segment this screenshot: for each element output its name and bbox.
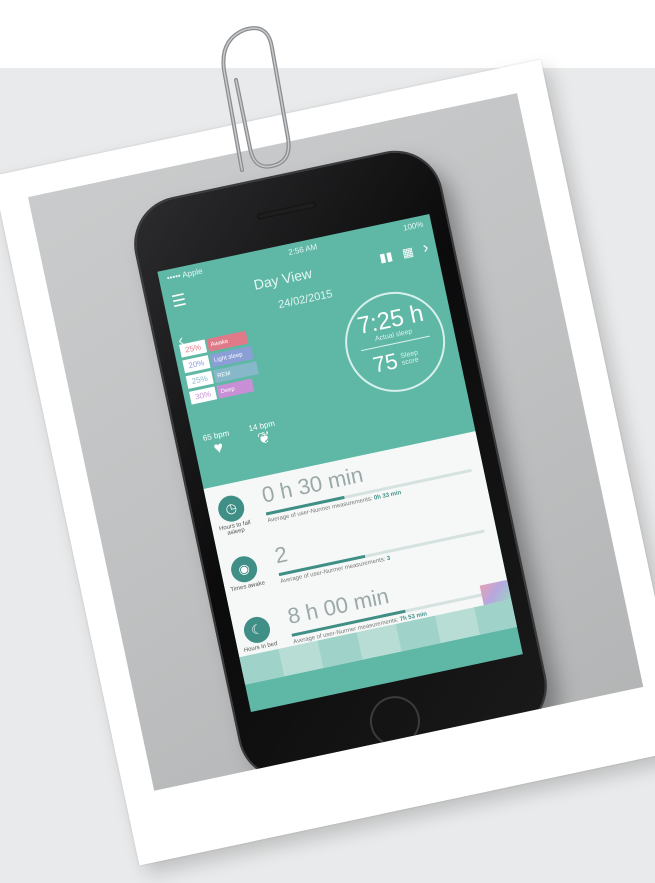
metric-value: 2: [272, 541, 290, 569]
stage-percent: 25%: [185, 370, 214, 389]
home-button[interactable]: [365, 691, 425, 751]
hamburger-icon[interactable]: ☰: [170, 290, 188, 313]
metrics-card: ◷ Hours to fall asleep 0 h 30 min Averag…: [203, 431, 518, 685]
stage-percent: 30%: [189, 386, 218, 405]
paperclip-icon: [221, 26, 291, 172]
page-title: Day View: [252, 264, 314, 293]
sleep-stages: 25% Awake 20% Light sleep 25% REM 30% De…: [179, 318, 319, 408]
heart-rate: 65 bpm ♥: [202, 429, 234, 461]
photo-backdrop: ••••• Apple 2:56 AM 100% ☰ Day View ▮▮ ▦…: [27, 93, 644, 791]
metric-label: Hours to fall asleep: [218, 519, 252, 537]
bar-chart-icon[interactable]: ▮▮: [378, 249, 394, 265]
app-screen: ••••• Apple 2:56 AM 100% ☰ Day View ▮▮ ▦…: [157, 214, 523, 712]
sleep-score-value: 75: [370, 348, 400, 378]
front-camera: [231, 215, 243, 226]
next-day-button[interactable]: ›: [421, 239, 430, 258]
breathing-rate: 14 bpm ❦: [248, 419, 280, 451]
sleep-score-ring: 7:25 h Actual sleep 75 Sleep score: [335, 282, 455, 402]
calendar-icon[interactable]: ▦: [401, 244, 415, 260]
stage-percent: 20%: [182, 355, 211, 374]
metric-average-value: 3: [386, 555, 391, 563]
eye-icon: ◉: [228, 553, 260, 585]
vitals: 65 bpm ♥ 14 bpm ❦: [202, 419, 279, 461]
sleep-score-label: Sleep score: [399, 349, 420, 367]
phone-mockup: ••••• Apple 2:56 AM 100% ☰ Day View ▮▮ ▦…: [127, 144, 554, 786]
battery-label: 100%: [402, 219, 425, 233]
moon-icon: ☾: [241, 614, 273, 646]
nav-actions: ▮▮ ▦ ›: [378, 239, 431, 267]
earpiece-speaker: [256, 201, 317, 220]
clock-icon: ◷: [215, 493, 247, 525]
